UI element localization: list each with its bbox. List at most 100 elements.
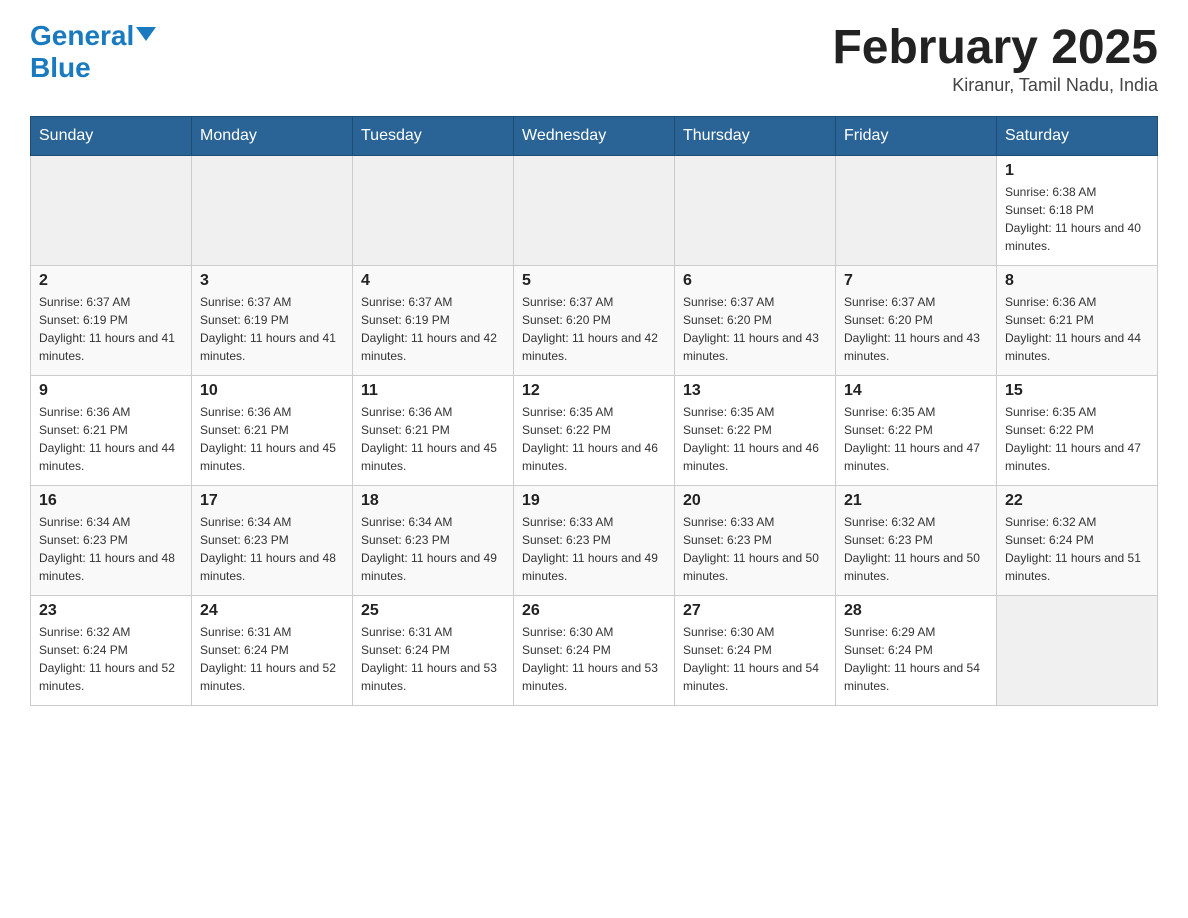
table-row: 25Sunrise: 6:31 AM Sunset: 6:24 PM Dayli… xyxy=(353,596,514,706)
day-number: 7 xyxy=(844,272,988,290)
day-info: Sunrise: 6:35 AM Sunset: 6:22 PM Dayligh… xyxy=(844,403,988,475)
day-number: 8 xyxy=(1005,272,1149,290)
col-sunday: Sunday xyxy=(31,117,192,156)
day-number: 19 xyxy=(522,492,666,510)
calendar-table: Sunday Monday Tuesday Wednesday Thursday… xyxy=(30,116,1158,706)
day-info: Sunrise: 6:36 AM Sunset: 6:21 PM Dayligh… xyxy=(1005,293,1149,365)
day-number: 5 xyxy=(522,272,666,290)
day-info: Sunrise: 6:36 AM Sunset: 6:21 PM Dayligh… xyxy=(200,403,344,475)
logo-blue: Blue xyxy=(30,52,91,83)
logo-text: General Blue xyxy=(30,20,156,84)
day-number: 26 xyxy=(522,602,666,620)
day-number: 15 xyxy=(1005,382,1149,400)
table-row: 16 Sunrise: 6:34 AM Sunset: 6:23 PM Dayli… xyxy=(31,486,192,596)
day-number: 13 xyxy=(683,382,827,400)
month-title: February 2025 xyxy=(832,20,1158,75)
day-info: Sunrise: 6:37 AM Sunset: 6:20 PM Dayligh… xyxy=(683,293,827,365)
table-row: 17Sunrise: 6:34 AM Sunset: 6:23 PM Dayli… xyxy=(192,486,353,596)
day-info: Sunrise: 6:30 AM Sunset: 6:24 PM Dayligh… xyxy=(522,623,666,695)
day-info: Sunrise: 6:32 AM Sunset: 6:23 PM Dayligh… xyxy=(844,513,988,585)
table-row: 19 Sunrise: 6:33 AM Sunset: 6:23 PM Dayli… xyxy=(514,486,675,596)
day-info: Sunrise: 6:37 AM Sunset: 6:20 PM Dayligh… xyxy=(844,293,988,365)
table-row: 3Sunrise: 6:37 AM Sunset: 6:19 PM Daylig… xyxy=(192,266,353,376)
table-row: 28Sunrise: 6:29 AM Sunset: 6:24 PM Dayli… xyxy=(836,596,997,706)
day-info: Sunrise: 6:35 AM Sunset: 6:22 PM Dayligh… xyxy=(522,403,666,475)
table-row: 2Sunrise: 6:37 AM Sunset: 6:19 PM Daylig… xyxy=(31,266,192,376)
day-number: 21 xyxy=(844,492,988,510)
table-row xyxy=(997,596,1158,706)
day-number: 18 xyxy=(361,492,505,510)
table-row xyxy=(675,156,836,266)
col-monday: Monday xyxy=(192,117,353,156)
table-row: 7 Sunrise: 6:37 AM Sunset: 6:20 PM Daylig… xyxy=(836,266,997,376)
table-row: 21 Sunrise: 6:32 AM Sunset: 6:23 PM Dayli… xyxy=(836,486,997,596)
day-number: 10 xyxy=(200,382,344,400)
day-info: Sunrise: 6:34 AM Sunset: 6:23 PM Dayligh… xyxy=(361,513,505,585)
col-wednesday: Wednesday xyxy=(514,117,675,156)
col-saturday: Saturday xyxy=(997,117,1158,156)
table-row: 18 Sunrise: 6:34 AM Sunset: 6:23 PM Dayli… xyxy=(353,486,514,596)
day-info: Sunrise: 6:36 AM Sunset: 6:21 PM Dayligh… xyxy=(39,403,183,475)
table-row: 27Sunrise: 6:30 AM Sunset: 6:24 PM Dayli… xyxy=(675,596,836,706)
day-info: Sunrise: 6:32 AM Sunset: 6:24 PM Dayligh… xyxy=(39,623,183,695)
day-number: 20 xyxy=(683,492,827,510)
day-number: 1 xyxy=(1005,162,1149,180)
table-row: 11 Sunrise: 6:36 AM Sunset: 6:21 PM Dayli… xyxy=(353,376,514,486)
day-info: Sunrise: 6:33 AM Sunset: 6:23 PM Dayligh… xyxy=(683,513,827,585)
col-friday: Friday xyxy=(836,117,997,156)
table-row: 13 Sunrise: 6:35 AM Sunset: 6:22 PM Dayli… xyxy=(675,376,836,486)
day-number: 6 xyxy=(683,272,827,290)
table-row: 10 Sunrise: 6:36 AM Sunset: 6:21 PM Dayli… xyxy=(192,376,353,486)
col-thursday: Thursday xyxy=(675,117,836,156)
logo: General Blue xyxy=(30,20,156,84)
table-row: 24 Sunrise: 6:31 AM Sunset: 6:24 PM Dayli… xyxy=(192,596,353,706)
day-info: Sunrise: 6:37 AM Sunset: 6:20 PM Dayligh… xyxy=(522,293,666,365)
table-row: 14Sunrise: 6:35 AM Sunset: 6:22 PM Dayli… xyxy=(836,376,997,486)
table-row: 5 Sunrise: 6:37 AM Sunset: 6:20 PM Daylig… xyxy=(514,266,675,376)
day-number: 4 xyxy=(361,272,505,290)
table-row: 9 Sunrise: 6:36 AM Sunset: 6:21 PM Daylig… xyxy=(31,376,192,486)
table-row xyxy=(31,156,192,266)
day-number: 12 xyxy=(522,382,666,400)
calendar-week-row: 23 Sunrise: 6:32 AM Sunset: 6:24 PM Dayli… xyxy=(31,596,1158,706)
table-row: 12 Sunrise: 6:35 AM Sunset: 6:22 PM Dayli… xyxy=(514,376,675,486)
title-block: February 2025 Kiranur, Tamil Nadu, India xyxy=(832,20,1158,96)
table-row xyxy=(192,156,353,266)
day-info: Sunrise: 6:34 AM Sunset: 6:23 PM Dayligh… xyxy=(200,513,344,585)
day-number: 28 xyxy=(844,602,988,620)
day-number: 16 xyxy=(39,492,183,510)
calendar-week-row: 9 Sunrise: 6:36 AM Sunset: 6:21 PM Daylig… xyxy=(31,376,1158,486)
day-number: 23 xyxy=(39,602,183,620)
table-row: 1 Sunrise: 6:38 AM Sunset: 6:18 PM Daylig… xyxy=(997,156,1158,266)
calendar-header-row: Sunday Monday Tuesday Wednesday Thursday… xyxy=(31,117,1158,156)
table-row: 4 Sunrise: 6:37 AM Sunset: 6:19 PM Daylig… xyxy=(353,266,514,376)
calendar-week-row: 16 Sunrise: 6:34 AM Sunset: 6:23 PM Dayli… xyxy=(31,486,1158,596)
day-info: Sunrise: 6:31 AM Sunset: 6:24 PM Dayligh… xyxy=(361,623,505,695)
table-row: 23 Sunrise: 6:32 AM Sunset: 6:24 PM Dayli… xyxy=(31,596,192,706)
table-row xyxy=(836,156,997,266)
day-number: 11 xyxy=(361,382,505,400)
day-info: Sunrise: 6:36 AM Sunset: 6:21 PM Dayligh… xyxy=(361,403,505,475)
logo-general: General xyxy=(30,20,134,51)
day-number: 24 xyxy=(200,602,344,620)
table-row: 6 Sunrise: 6:37 AM Sunset: 6:20 PM Daylig… xyxy=(675,266,836,376)
table-row: 26 Sunrise: 6:30 AM Sunset: 6:24 PM Dayli… xyxy=(514,596,675,706)
day-info: Sunrise: 6:31 AM Sunset: 6:24 PM Dayligh… xyxy=(200,623,344,695)
logo-triangle-icon xyxy=(136,27,156,41)
col-tuesday: Tuesday xyxy=(353,117,514,156)
calendar-week-row: 1 Sunrise: 6:38 AM Sunset: 6:18 PM Daylig… xyxy=(31,156,1158,266)
day-info: Sunrise: 6:35 AM Sunset: 6:22 PM Dayligh… xyxy=(683,403,827,475)
day-info: Sunrise: 6:34 AM Sunset: 6:23 PM Dayligh… xyxy=(39,513,183,585)
day-info: Sunrise: 6:32 AM Sunset: 6:24 PM Dayligh… xyxy=(1005,513,1149,585)
day-info: Sunrise: 6:38 AM Sunset: 6:18 PM Dayligh… xyxy=(1005,183,1149,255)
day-info: Sunrise: 6:37 AM Sunset: 6:19 PM Dayligh… xyxy=(361,293,505,365)
table-row: 20 Sunrise: 6:33 AM Sunset: 6:23 PM Dayli… xyxy=(675,486,836,596)
day-number: 3 xyxy=(200,272,344,290)
day-number: 9 xyxy=(39,382,183,400)
day-info: Sunrise: 6:37 AM Sunset: 6:19 PM Dayligh… xyxy=(39,293,183,365)
table-row xyxy=(353,156,514,266)
table-row: 15Sunrise: 6:35 AM Sunset: 6:22 PM Dayli… xyxy=(997,376,1158,486)
day-info: Sunrise: 6:33 AM Sunset: 6:23 PM Dayligh… xyxy=(522,513,666,585)
page-header: General Blue February 2025 Kiranur, Tami… xyxy=(30,20,1158,96)
day-info: Sunrise: 6:30 AM Sunset: 6:24 PM Dayligh… xyxy=(683,623,827,695)
